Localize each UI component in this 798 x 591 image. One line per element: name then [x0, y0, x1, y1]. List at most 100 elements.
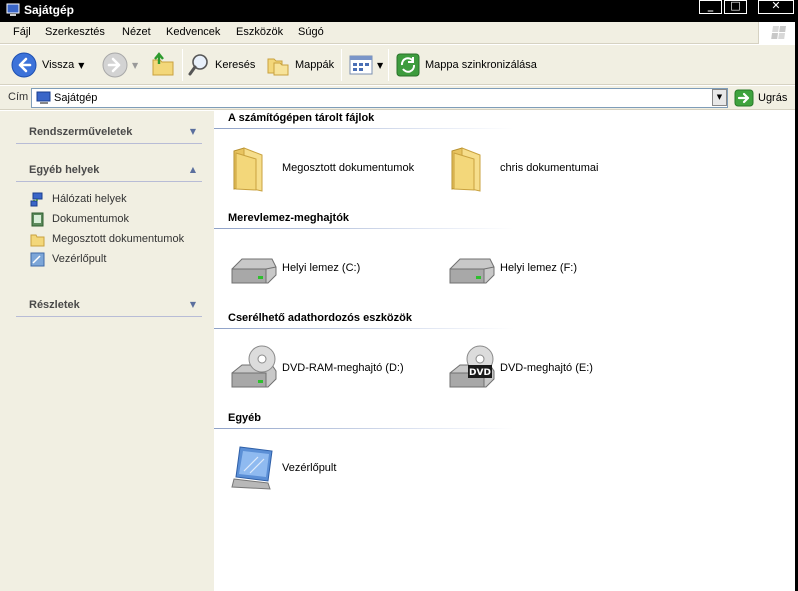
item-label: DVD-meghajtó (E:): [500, 362, 593, 374]
group-divider: [214, 228, 514, 229]
minimize-button[interactable]: _: [699, 0, 722, 14]
group-title: Cserélhető adathordozós eszközök: [228, 312, 412, 324]
link-control-panel[interactable]: Vezérlőpult: [30, 251, 106, 267]
sync-folder-button[interactable]: Mappa szinkronizálása: [396, 45, 537, 85]
address-dropdown-button[interactable]: ▼: [712, 89, 727, 106]
group-divider: [214, 128, 514, 129]
search-icon: [188, 54, 208, 76]
item-control-panel[interactable]: Vezérlőpult: [228, 441, 336, 495]
group-header-stored-files: A számítógépen tárolt fájlok: [214, 111, 514, 129]
minimize-icon: _: [707, 0, 714, 12]
details-title: Részletek: [29, 299, 80, 311]
item-shared-documents[interactable]: Megosztott dokumentumok: [228, 141, 414, 195]
go-label: Ugrás: [758, 92, 788, 104]
menu-help[interactable]: Súgó: [298, 26, 324, 38]
menu-file[interactable]: Fájl: [13, 26, 31, 38]
group-title: Egyéb: [228, 412, 262, 424]
content-pane: A számítógépen tárolt fájlok Megosztott …: [214, 111, 798, 591]
link-network-places[interactable]: Hálózati helyek: [30, 191, 127, 207]
address-input[interactable]: Sajátgép ▼: [31, 88, 728, 108]
toolbar-separator: [182, 49, 183, 81]
link-shared-documents[interactable]: Megosztott dokumentumok: [30, 231, 184, 247]
up-folder-button[interactable]: [150, 45, 176, 85]
sync-label: Mappa szinkronizálása: [425, 59, 537, 71]
chevron-down-icon[interactable]: ▼: [190, 300, 196, 309]
views-dropdown-icon[interactable]: ▼: [377, 61, 383, 70]
windows-flag-icon: [771, 26, 786, 39]
go-button[interactable]: Ugrás: [734, 88, 787, 108]
link-label: Vezérlőpult: [52, 253, 107, 265]
folder-icon: [233, 147, 263, 192]
dvd-drive-icon: DVD: [449, 345, 495, 388]
close-button[interactable]: ✕: [758, 0, 794, 14]
menu-view[interactable]: Nézet: [122, 26, 151, 38]
my-computer-icon: [6, 3, 20, 16]
link-label: Dokumentumok: [52, 213, 130, 225]
back-button[interactable]: Vissza ▼: [11, 45, 84, 85]
control-panel-icon: [231, 446, 273, 490]
sync-icon: [396, 53, 420, 77]
my-computer-icon: [36, 91, 51, 104]
maximize-icon: □: [730, 0, 741, 12]
item-local-disk-c[interactable]: Helyi lemez (C:): [228, 241, 360, 295]
window-title: Sajátgép: [24, 3, 75, 17]
dvd-badge: DVD: [469, 368, 491, 378]
toolbar-separator: [341, 49, 342, 81]
item-dvd-ram-drive-d[interactable]: DVD-RAM-meghajtó (D:): [228, 341, 404, 395]
forward-dropdown-icon[interactable]: ▼: [132, 61, 138, 70]
task-pane: Rendszerműveletek ▼ Egyéb helyek ▲ Hálóz…: [0, 111, 214, 591]
hard-drive-icon: [231, 258, 277, 284]
back-dropdown-icon[interactable]: ▼: [78, 61, 84, 70]
folders-button[interactable]: Mappák: [266, 45, 334, 85]
group-title: Merevlemez-meghajtók: [228, 212, 350, 224]
item-label: chris dokumentumai: [500, 162, 599, 174]
address-bar: Cím Sajátgép ▼ Ugrás: [0, 86, 798, 110]
details-header[interactable]: Részletek ▼: [16, 295, 202, 317]
menu-favorites[interactable]: Kedvencek: [166, 26, 220, 38]
menu-edit[interactable]: Szerkesztés: [45, 26, 105, 38]
toolbar: Vissza ▼ ▼ Keresés Mappák ▼ Mappa szinkr…: [0, 45, 798, 85]
explorer-window: Sajátgép _ □ ✕ Fájl Szerkesztés Nézet Ke…: [0, 0, 798, 591]
forward-arrow-icon: [102, 52, 128, 78]
item-label: Vezérlőpult: [282, 462, 337, 474]
system-tasks-title: Rendszerműveletek: [29, 126, 133, 138]
other-places-header[interactable]: Egyéb helyek ▲: [16, 160, 202, 182]
item-chris-documents[interactable]: chris dokumentumai: [446, 141, 598, 195]
dvd-ram-drive-icon: [231, 345, 277, 388]
folder-up-icon: [152, 52, 174, 76]
chevron-up-icon[interactable]: ▲: [190, 165, 196, 174]
item-dvd-drive-e[interactable]: DVD DVD-meghajtó (E:): [446, 341, 593, 395]
group-header-hard-disks: Merevlemez-meghajtók: [214, 211, 514, 229]
network-icon: [30, 192, 43, 206]
menu-bar: Fájl Szerkesztés Nézet Kedvencek Eszközö…: [0, 22, 798, 44]
address-value: Sajátgép: [54, 92, 98, 104]
group-header-removable: Cserélhető adathordozós eszközök: [214, 311, 514, 329]
item-label: Helyi lemez (C:): [282, 262, 361, 274]
menu-tools[interactable]: Eszközök: [236, 26, 283, 38]
group-title: A számítógépen tárolt fájlok: [228, 112, 375, 124]
maximize-button[interactable]: □: [724, 0, 747, 14]
folder-icon: [451, 147, 481, 192]
group-divider: [214, 328, 514, 329]
title-bar[interactable]: Sajátgép _ □ ✕: [0, 0, 798, 22]
documents-icon: [31, 212, 44, 226]
toolbar-separator: [388, 49, 389, 81]
system-tasks-header[interactable]: Rendszerműveletek ▼: [16, 122, 202, 144]
folders-icon: [267, 58, 289, 76]
forward-button[interactable]: ▼: [102, 45, 138, 85]
folders-label: Mappák: [295, 59, 335, 71]
link-documents[interactable]: Dokumentumok: [30, 211, 129, 227]
search-button[interactable]: Keresés: [188, 45, 255, 85]
link-label: Hálózati helyek: [52, 193, 127, 205]
shared-folder-icon: [30, 234, 45, 246]
link-label: Megosztott dokumentumok: [52, 233, 185, 245]
views-button[interactable]: ▼: [349, 45, 383, 85]
control-panel-icon: [30, 252, 45, 266]
group-header-other: Egyéb: [214, 411, 514, 429]
close-icon: ✕: [771, 0, 781, 12]
item-label: DVD-RAM-meghajtó (D:): [282, 362, 404, 374]
item-local-disk-f[interactable]: Helyi lemez (F:): [446, 241, 577, 295]
chevron-down-icon[interactable]: ▼: [190, 127, 196, 136]
item-label: Helyi lemez (F:): [500, 262, 578, 274]
hard-drive-icon: [449, 258, 495, 284]
